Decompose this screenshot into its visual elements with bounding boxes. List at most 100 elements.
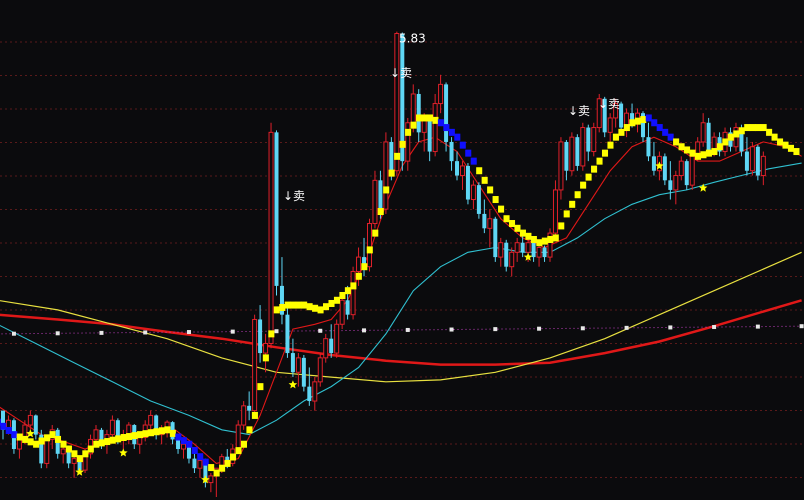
stair-segment-yellow (678, 143, 685, 151)
stair-segment-yellow (76, 455, 83, 463)
stair-segment-blue (0, 422, 7, 430)
stair-segment-yellow (312, 304, 319, 312)
stair-segment-blue (11, 431, 18, 439)
candle (749, 141, 755, 176)
candle-body (27, 414, 33, 426)
stair-segment-yellow (142, 430, 149, 438)
sell-signal-label: ↓卖 (568, 104, 590, 118)
stair-segment-yellow (98, 439, 105, 447)
candle-body (137, 437, 143, 445)
candle-body (33, 415, 38, 435)
candle-body (235, 424, 241, 450)
sell-signal-label: ↓卖 (390, 66, 412, 80)
stair-segment-yellow (235, 447, 242, 455)
stair-segment-yellow (224, 459, 231, 467)
stair-segment-yellow (760, 124, 767, 132)
candle-body (252, 318, 258, 412)
candle-body (312, 381, 318, 402)
candle-body (241, 405, 247, 426)
dotted-line-marker (799, 324, 804, 329)
stair-segment-yellow (388, 169, 395, 177)
stair-segment-yellow (71, 450, 78, 458)
stair-segment-yellow (711, 148, 718, 156)
candle (432, 93, 438, 157)
stair-segment-yellow (306, 303, 313, 311)
dotted-line-marker (99, 330, 104, 335)
stair-segment-yellow (158, 427, 165, 435)
stair-segment-yellow (749, 124, 756, 132)
stair-segment-blue (459, 141, 466, 149)
candle-body (109, 419, 115, 436)
stair-segment-yellow (629, 119, 636, 127)
candle-body (444, 84, 449, 142)
stair-segment-blue (645, 114, 652, 122)
stair-segment-yellow (487, 186, 494, 194)
stair-segment-yellow (634, 117, 641, 125)
stair-segment-yellow (251, 411, 258, 419)
dotted-line-marker (405, 327, 410, 332)
candle-body (465, 165, 470, 200)
stair-segment-yellow (733, 130, 740, 138)
stair-segment-yellow (268, 330, 275, 338)
stair-segment-blue (202, 458, 209, 466)
stair-segment-yellow (383, 186, 390, 194)
candle (476, 182, 481, 219)
stair-segment-yellow (716, 143, 723, 151)
candle-body (438, 83, 444, 105)
stair-segment-yellow (394, 152, 401, 160)
stair-segment-yellow (525, 232, 532, 240)
candle-body (668, 180, 673, 190)
candle-body (410, 93, 416, 124)
candle-body (148, 414, 154, 426)
stair-segment-yellow (700, 151, 707, 159)
stair-segment-yellow (585, 173, 592, 181)
stair-segment-blue (175, 433, 182, 441)
stair-segment-yellow (322, 303, 330, 311)
stair-segment-yellow (623, 124, 630, 132)
stair-segment-yellow (405, 128, 412, 136)
candle-body (197, 460, 203, 469)
candle-body (416, 93, 421, 133)
stair-segment-yellow (60, 440, 67, 448)
stair-segment-yellow (219, 464, 226, 472)
candle-body (366, 223, 372, 268)
candle (755, 144, 760, 181)
dotted-line-marker (537, 326, 542, 331)
stair-segment-yellow (410, 121, 417, 129)
dotted-line-marker (712, 325, 717, 330)
candle-body (427, 117, 432, 152)
stair-segment-yellow (782, 141, 789, 149)
candle-body (591, 127, 597, 153)
candle-body (16, 438, 22, 450)
candle (268, 122, 274, 349)
candle-body (651, 156, 656, 171)
candle-body (285, 314, 290, 354)
stair-segment-yellow (361, 263, 368, 271)
stair-segment-yellow (476, 167, 483, 175)
stair-segment-yellow (508, 220, 516, 228)
stair-segment-yellow (230, 453, 237, 461)
candle-body (449, 141, 454, 162)
stair-segment-blue (656, 124, 663, 132)
stair-segment-blue (662, 128, 669, 136)
stair-segment-yellow (503, 215, 510, 223)
dotted-line-marker (186, 330, 191, 335)
candle (689, 151, 695, 190)
candle-body (323, 338, 329, 359)
dotted-line-marker (318, 328, 323, 333)
candle-body (749, 146, 755, 172)
candle-body (755, 146, 760, 176)
stair-segment-yellow (333, 296, 341, 304)
candle-body (580, 127, 586, 167)
stair-segment-yellow (350, 282, 357, 290)
candle-body (334, 323, 340, 354)
stair-segment-yellow (705, 149, 712, 157)
stair-segment-blue (5, 426, 12, 434)
candle (317, 353, 323, 387)
stair-segment-yellow (49, 431, 56, 439)
stair-segment-yellow (771, 133, 778, 141)
candle (580, 122, 586, 171)
candle-body (673, 175, 679, 191)
dotted-line-marker (580, 326, 585, 331)
candle-body (509, 251, 515, 268)
